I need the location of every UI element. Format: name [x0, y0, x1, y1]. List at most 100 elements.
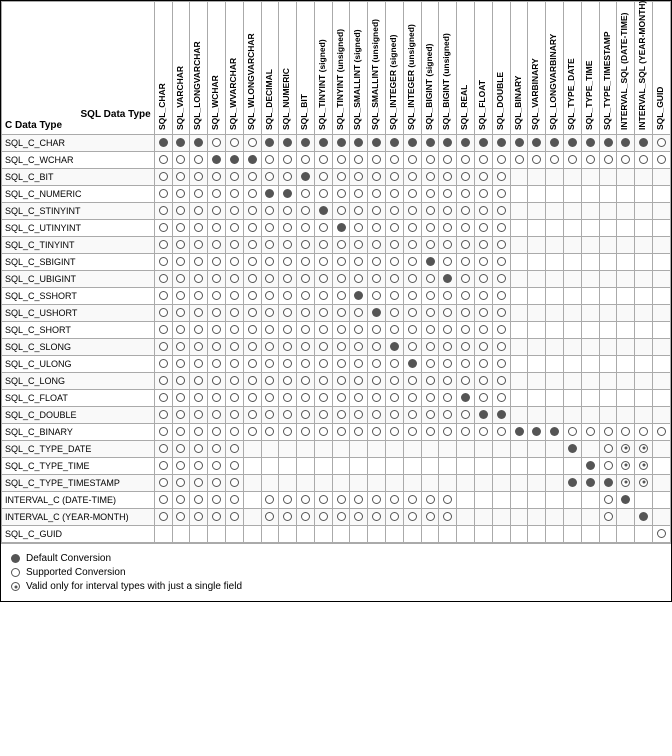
cell-22-10 — [332, 509, 350, 526]
cell-10-23 — [564, 305, 582, 322]
cell-17-8 — [297, 424, 315, 441]
supported-conversion-icon — [176, 359, 185, 368]
cell-23-28 — [653, 526, 671, 543]
cell-22-19 — [492, 509, 510, 526]
cell-14-15 — [421, 373, 439, 390]
default-conversion-icon — [248, 155, 257, 164]
cell-7-13 — [386, 254, 404, 271]
supported-conversion-icon — [283, 274, 292, 283]
cell-11-26 — [617, 322, 635, 339]
cell-12-24 — [581, 339, 599, 356]
supported-conversion-icon — [176, 308, 185, 317]
cell-22-13 — [386, 509, 404, 526]
cell-16-26 — [617, 407, 635, 424]
cell-17-3 — [208, 424, 226, 441]
supported-conversion-icon — [372, 223, 381, 232]
supported-conversion-icon — [194, 359, 203, 368]
supported-conversion-icon — [301, 393, 310, 402]
cell-4-12 — [368, 203, 386, 220]
cell-3-16 — [439, 186, 457, 203]
cell-13-27 — [635, 356, 653, 373]
supported-conversion-icon — [176, 291, 185, 300]
supported-conversion-icon — [479, 155, 488, 164]
supported-conversion-icon — [319, 376, 328, 385]
cell-14-8 — [297, 373, 315, 390]
cell-9-20 — [510, 288, 528, 305]
cell-23-12 — [368, 526, 386, 543]
supported-conversion-icon — [426, 410, 435, 419]
cell-14-22 — [546, 373, 564, 390]
supported-conversion-icon — [194, 376, 203, 385]
cell-9-7 — [279, 288, 297, 305]
cell-19-1 — [172, 458, 190, 475]
supported-conversion-icon — [479, 325, 488, 334]
supported-conversion-icon — [461, 308, 470, 317]
cell-13-28 — [653, 356, 671, 373]
cell-13-16 — [439, 356, 457, 373]
supported-conversion-icon — [497, 274, 506, 283]
cell-9-21 — [528, 288, 546, 305]
cell-21-0 — [154, 492, 172, 509]
supported-conversion-icon — [319, 359, 328, 368]
supported-conversion-icon — [230, 138, 239, 147]
cell-8-20 — [510, 271, 528, 288]
cell-6-6 — [261, 237, 279, 254]
supported-conversion-icon — [390, 206, 399, 215]
cell-23-3 — [208, 526, 226, 543]
cell-4-27 — [635, 203, 653, 220]
cell-1-17 — [457, 152, 475, 169]
cell-9-6 — [261, 288, 279, 305]
supported-conversion-icon — [212, 172, 221, 181]
supported-conversion-icon — [479, 291, 488, 300]
cell-3-14 — [403, 186, 421, 203]
supported-conversion-icon — [443, 376, 452, 385]
cell-14-9 — [314, 373, 332, 390]
supported-conversion-icon — [337, 427, 346, 436]
default-conversion-icon — [283, 189, 292, 198]
cell-20-0 — [154, 475, 172, 492]
cell-9-23 — [564, 288, 582, 305]
supported-conversion-icon — [479, 257, 488, 266]
row-header-14: SQL_C_LONG — [2, 373, 155, 390]
col-header-2: SQL_LONGVARCHAR — [190, 2, 208, 135]
cell-1-15 — [421, 152, 439, 169]
cell-23-6 — [261, 526, 279, 543]
cell-1-3 — [208, 152, 226, 169]
default-conversion-icon — [639, 138, 648, 147]
cell-9-0 — [154, 288, 172, 305]
cell-4-2 — [190, 203, 208, 220]
cell-23-26 — [617, 526, 635, 543]
supported-conversion-icon — [443, 393, 452, 402]
cell-8-5 — [243, 271, 261, 288]
cell-23-16 — [439, 526, 457, 543]
row-header-8: SQL_C_UBIGINT — [2, 271, 155, 288]
cell-7-5 — [243, 254, 261, 271]
cell-8-3 — [208, 271, 226, 288]
cell-17-11 — [350, 424, 368, 441]
supported-conversion-icon — [176, 172, 185, 181]
supported-conversion-icon — [265, 291, 274, 300]
default-conversion-icon — [301, 172, 310, 181]
cell-13-15 — [421, 356, 439, 373]
cell-20-17 — [457, 475, 475, 492]
supported-conversion-icon — [319, 274, 328, 283]
default-conversion-icon — [176, 138, 185, 147]
default-conversion-icon — [426, 257, 435, 266]
cell-10-5 — [243, 305, 261, 322]
cell-6-26 — [617, 237, 635, 254]
supported-conversion-icon — [354, 325, 363, 334]
cell-15-14 — [403, 390, 421, 407]
cell-14-17 — [457, 373, 475, 390]
supported-conversion-icon — [159, 189, 168, 198]
cell-16-17 — [457, 407, 475, 424]
supported-conversion-icon — [408, 189, 417, 198]
supported-conversion-icon — [230, 512, 239, 521]
cell-3-3 — [208, 186, 226, 203]
cell-12-9 — [314, 339, 332, 356]
cell-22-0 — [154, 509, 172, 526]
cell-11-3 — [208, 322, 226, 339]
cell-12-27 — [635, 339, 653, 356]
cell-0-21 — [528, 135, 546, 152]
cell-6-0 — [154, 237, 172, 254]
supported-conversion-icon — [426, 291, 435, 300]
